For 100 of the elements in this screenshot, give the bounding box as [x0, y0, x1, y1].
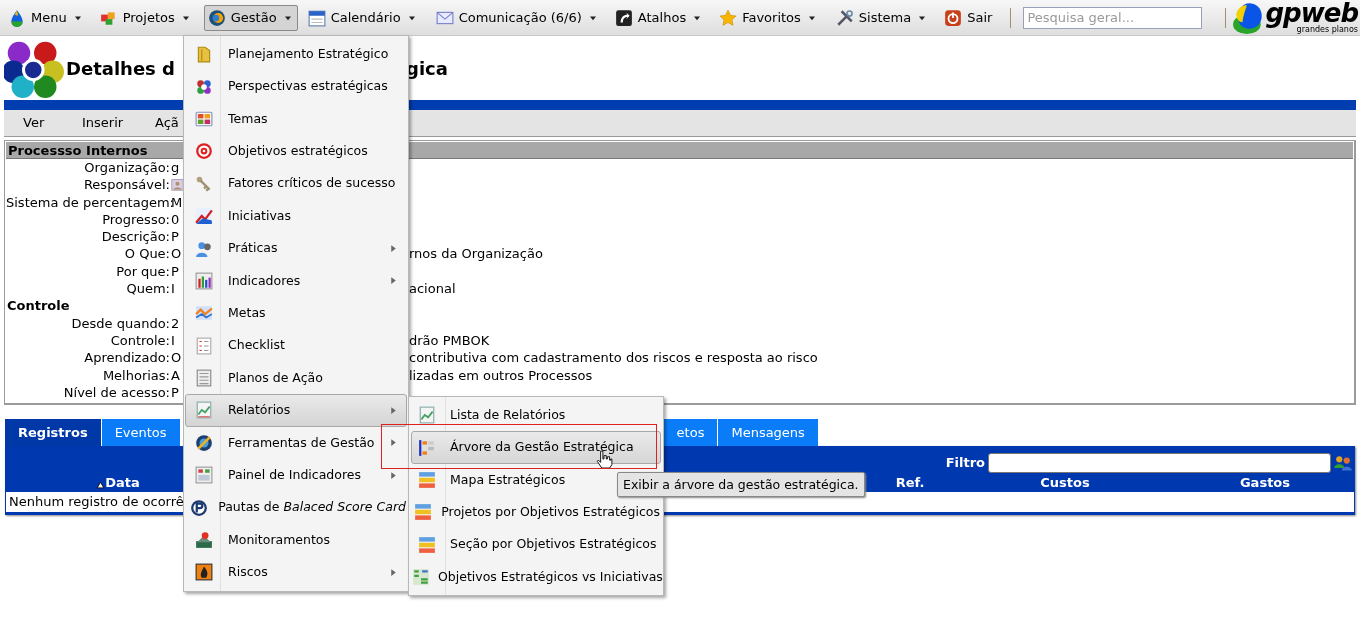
toolbar-item[interactable]: Açã: [155, 115, 179, 131]
field-label: Responsável:: [83, 177, 170, 193]
field-value: 0: [171, 211, 180, 227]
menu-item[interactable]: Planos de Ação: [185, 361, 407, 395]
tab[interactable]: Mensagens: [718, 419, 819, 446]
document-icon: [195, 369, 213, 388]
menu-item[interactable]: Fatores críticos de sucesso: [185, 167, 407, 200]
menu-item[interactable]: Práticas: [185, 232, 407, 265]
matrix-icon: [412, 568, 430, 587]
menu-item[interactable]: Monitoramentos: [185, 523, 407, 557]
menu-item[interactable]: Iniciativas: [185, 199, 407, 233]
bar-chart-icon: [195, 271, 213, 290]
toolbar-item[interactable]: Inserir: [82, 115, 124, 131]
field-value: O: [171, 350, 182, 366]
menu-button[interactable]: Sistema: [831, 4, 933, 31]
menu-item[interactable]: Planejamento Estratégico: [185, 38, 407, 71]
field-value: I: [171, 332, 175, 348]
menu-item[interactable]: Projetos por Objetivos Estratégicos: [411, 496, 661, 529]
menu-item[interactable]: Riscos: [185, 556, 407, 589]
tab[interactable]: Registros: [5, 419, 102, 446]
power-icon: [944, 8, 963, 27]
field-value: lizadas em outros Processos: [409, 367, 593, 383]
field-value: drão PMBOK: [409, 332, 490, 348]
menu-button[interactable]: Atalhos: [610, 4, 708, 31]
graph-icon: [195, 304, 213, 323]
empty-message: Nenhum registro de ocorrê: [9, 494, 184, 509]
grid-icon: [195, 109, 213, 128]
column-header[interactable]: Data: [105, 474, 140, 492]
column-header[interactable]: Gastos: [1239, 474, 1291, 492]
filter-field[interactable]: [988, 453, 1331, 473]
field-value: O: [171, 246, 182, 262]
field-value: acional: [409, 281, 456, 297]
field-value: P: [171, 229, 179, 245]
filter-label: Filtro: [945, 454, 985, 473]
field-value: rnos da Organização: [409, 246, 543, 262]
people-icon: [1333, 453, 1353, 473]
menu-item[interactable]: Ferramentas de Gestão: [185, 426, 407, 460]
person-icon: [171, 178, 184, 192]
field-value: A: [171, 367, 180, 383]
target-icon: [195, 142, 213, 161]
menu-button[interactable]: Menu: [4, 4, 88, 31]
field-value: P: [171, 263, 179, 279]
search-field[interactable]: Pesquisa geral...: [1023, 6, 1203, 29]
menu-item[interactable]: Pautas de Balaced Score Card: [185, 491, 407, 524]
field-value: P: [171, 384, 179, 400]
star-icon: [719, 8, 738, 27]
menu-button[interactable]: Favoritos: [715, 4, 822, 31]
dashboard-icon: [195, 466, 213, 485]
field-label: Quem:: [126, 281, 170, 297]
menu-button[interactable]: Gestão: [203, 4, 298, 31]
menu-item[interactable]: Lista de Relatórios: [411, 399, 661, 432]
chart-icon: [195, 207, 213, 226]
tab[interactable]: Eventos: [101, 419, 181, 446]
checklist-icon: [195, 336, 213, 355]
people-icon: [195, 239, 213, 258]
field-label: Melhorias:: [102, 367, 170, 383]
menu-item[interactable]: Checklist: [185, 329, 407, 362]
menu-button[interactable]: Comunicação (6/6): [431, 4, 603, 31]
field-value: I: [171, 281, 175, 297]
field-value: g: [171, 160, 180, 175]
report-icon: [418, 406, 436, 425]
field-value: 2: [171, 315, 180, 331]
field-label: Controle:: [110, 332, 170, 348]
field-label: O Que:: [124, 246, 170, 262]
tooltip: Exibir a árvore da gestão estratégica.: [617, 472, 865, 497]
flower-icon: [195, 77, 213, 96]
menu-button[interactable]: Sair: [940, 4, 997, 31]
menu-item[interactable]: Indicadores: [185, 264, 407, 298]
field-label: Por que:: [116, 263, 170, 279]
menu-button[interactable]: Calendário: [303, 4, 422, 31]
layers-icon: [413, 503, 432, 522]
toolbar-item[interactable]: Ver: [23, 115, 45, 131]
field-label: Progresso:: [102, 211, 170, 227]
menu-item[interactable]: Árvore da Gestão Estratégica: [411, 431, 661, 464]
tree-icon: [418, 438, 436, 457]
key-icon: [195, 174, 213, 193]
menu-item[interactable]: Seção por Objetivos Estratégicos: [411, 528, 661, 561]
page-title: Detalhes d: [66, 57, 175, 79]
field-label: Nível de acesso:: [63, 384, 170, 400]
column-header[interactable]: Custos: [1040, 474, 1090, 492]
folder-icon: [195, 45, 213, 64]
column-header[interactable]: Ref.: [895, 474, 925, 492]
layers-icon: [418, 535, 436, 554]
menu-item[interactable]: Objetivos Estratégicos vs Iniciativas: [411, 560, 661, 594]
menu-item[interactable]: Temas: [185, 102, 407, 136]
menu-item[interactable]: Perspectivas estratégicas: [185, 70, 407, 103]
menu-item[interactable]: Relatórios: [185, 394, 407, 427]
field-value: M: [171, 194, 183, 210]
section-heading: Controle: [7, 298, 70, 314]
globe-tool-icon: [195, 433, 213, 452]
menu-item[interactable]: Painel de Indicadores: [185, 459, 407, 492]
menu-button[interactable]: Projetos: [95, 4, 196, 31]
field-label: Aprendizado:: [84, 350, 170, 366]
globe-icon: [207, 8, 226, 27]
fire-icon: [195, 563, 213, 582]
field-label: Sistema de percentagem:: [6, 194, 174, 210]
tab[interactable]: etos: [663, 419, 719, 446]
menu-item[interactable]: Metas: [185, 297, 407, 330]
field-value: contributiva com cadastramento dos riscos e resposta ao risco: [409, 350, 818, 366]
p-badge-icon: [190, 498, 209, 517]
